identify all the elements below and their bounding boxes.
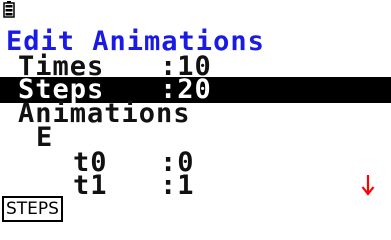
down-arrow-icon	[361, 175, 375, 196]
calculator-screen: Edit Animations Times :10 Steps :20 Anim…	[0, 0, 391, 224]
param-label-t1: t1	[73, 170, 108, 201]
param-value-t1: :1	[160, 170, 195, 201]
f1-steps-button[interactable]: STEPS	[2, 196, 63, 222]
battery-icon	[3, 1, 15, 18]
animation-group-e[interactable]: E	[36, 124, 53, 151]
